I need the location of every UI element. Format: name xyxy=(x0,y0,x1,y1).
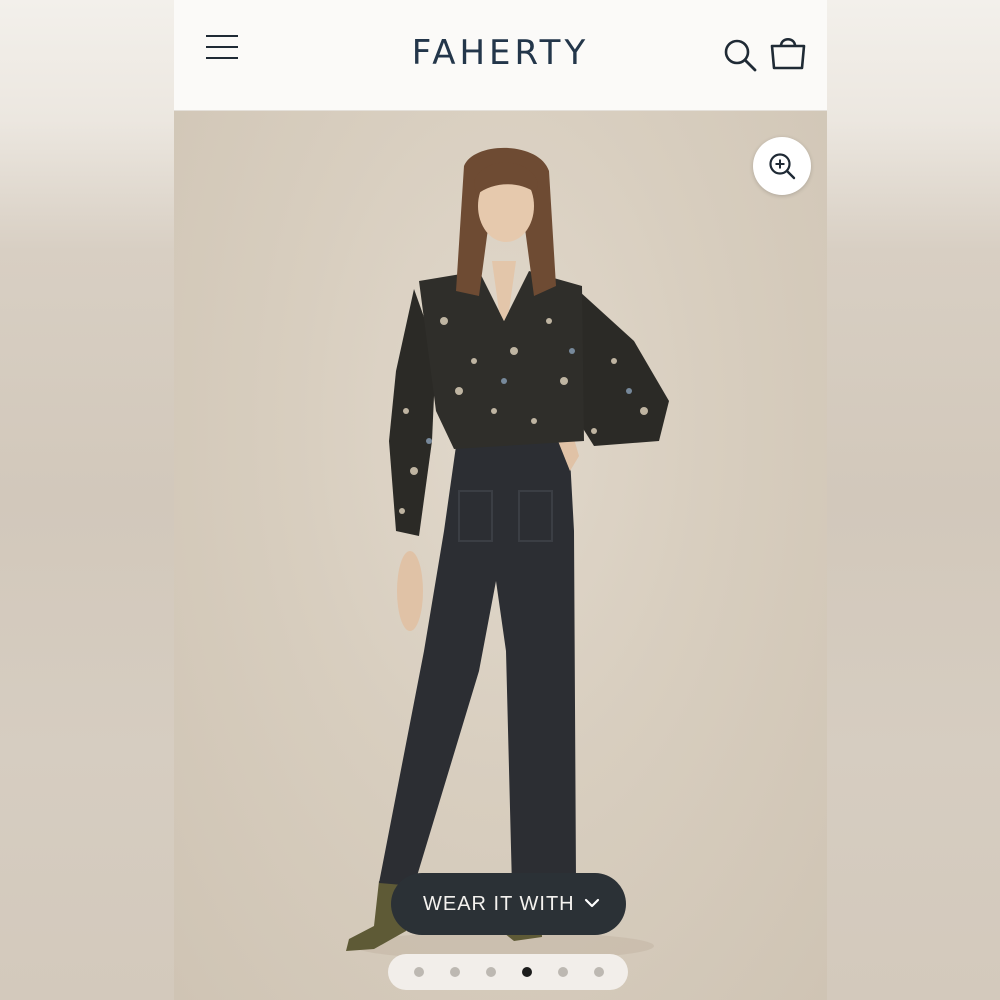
zoom-in-icon xyxy=(769,153,796,180)
shopping-bag-icon[interactable] xyxy=(768,34,808,72)
carousel-dot[interactable] xyxy=(486,967,496,977)
wear-it-with-label: WEAR IT WITH xyxy=(423,893,575,915)
phone-screen: FAHERTY WEAR IT WITH xyxy=(174,0,827,1000)
model-figure xyxy=(346,147,669,960)
carousel-pagination xyxy=(388,954,628,990)
backdrop-left xyxy=(0,0,174,1000)
site-header: FAHERTY xyxy=(174,0,827,111)
search-icon[interactable] xyxy=(722,37,758,73)
backdrop-right xyxy=(827,0,1000,1000)
carousel-dot[interactable] xyxy=(450,967,460,977)
product-image[interactable] xyxy=(174,111,827,1000)
carousel-dot-active[interactable] xyxy=(522,967,532,977)
carousel-dot[interactable] xyxy=(414,967,424,977)
zoom-in-button[interactable] xyxy=(753,137,811,195)
chevron-down-icon xyxy=(584,898,600,908)
carousel-dot[interactable] xyxy=(594,967,604,977)
wear-it-with-button[interactable]: WEAR IT WITH xyxy=(391,873,626,935)
carousel-dot[interactable] xyxy=(558,967,568,977)
